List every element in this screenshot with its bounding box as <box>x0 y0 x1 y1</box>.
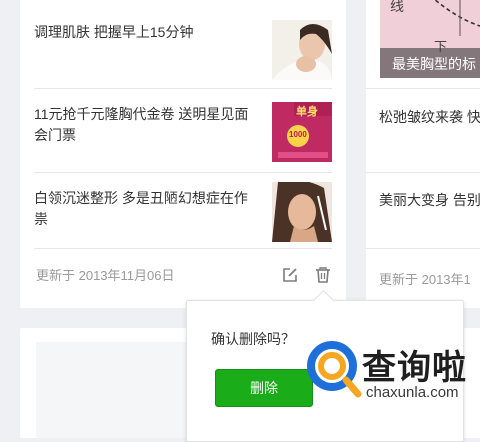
divider <box>34 88 332 89</box>
divider <box>366 88 480 89</box>
article-card-partial: 线 下 最美胸型的标 松弛皱纹来袭 快 美丽大变身 告别 更新于 2013年1 <box>366 0 480 308</box>
poster-badge: 1000 <box>289 130 307 139</box>
magnifier-logo-icon <box>307 341 362 398</box>
article-title[interactable]: 白领沉迷整形 多是丑陋幻想症在作祟 <box>34 188 254 230</box>
edit-icon[interactable] <box>281 266 301 286</box>
divider <box>366 172 480 173</box>
update-date: 更新于 2013年11月06日 <box>36 268 175 283</box>
confirm-message: 确认删除吗？ <box>211 331 295 347</box>
watermark-url: chaxunla.com <box>366 384 459 401</box>
watermark-logo: 查询啦 chaxunla.com <box>306 340 480 410</box>
woman-face-thumbnail <box>272 20 332 80</box>
promo-poster-thumbnail: 单身 1000 <box>272 102 332 162</box>
hero-text-a: 线 <box>390 0 404 14</box>
hero-caption[interactable]: 最美胸型的标 <box>392 54 476 74</box>
update-date: 更新于 2013年1 <box>379 272 471 287</box>
watermark-logo-text: 查询啦 <box>362 349 467 387</box>
divider <box>34 172 332 173</box>
woman-portrait-thumbnail <box>272 182 332 242</box>
article-title[interactable]: 松弛皱纹来袭 快 <box>379 107 480 127</box>
article-card: 调理肌肤 把握早上15分钟 11元抢千元隆胸代金卷 送明星见面会门票 单身 10… <box>20 0 346 308</box>
article-title[interactable]: 调理肌肤 把握早上15分钟 <box>34 22 254 43</box>
trash-icon[interactable] <box>314 266 334 286</box>
article-title[interactable]: 美丽大变身 告别 <box>379 190 480 210</box>
poster-text: 单身 <box>296 106 318 118</box>
divider <box>34 248 332 249</box>
article-title[interactable]: 11元抢千元隆胸代金卷 送明星见面会门票 <box>34 104 254 146</box>
delete-button[interactable]: 删除 <box>215 369 313 407</box>
hero-image[interactable]: 线 下 最美胸型的标 <box>380 0 480 78</box>
divider <box>366 248 480 249</box>
